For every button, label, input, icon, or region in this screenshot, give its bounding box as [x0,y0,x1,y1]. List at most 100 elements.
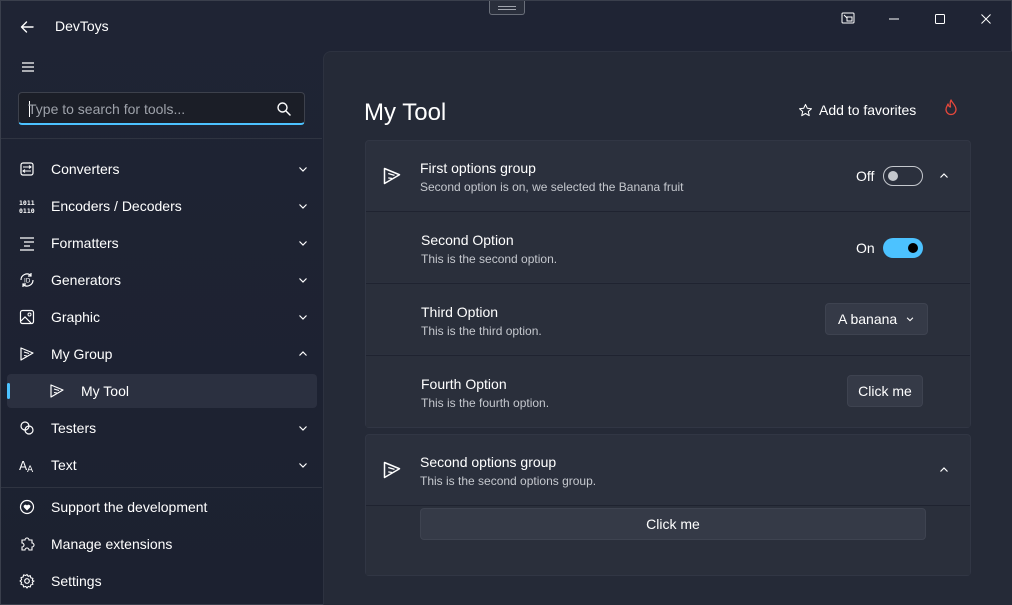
sidebar-item-generators[interactable]: ID Generators [7,263,317,297]
sidebar-item-graphic[interactable]: Graphic [7,300,317,334]
sidebar-item-support[interactable]: Support the development [7,490,317,524]
sidebar-item-text[interactable]: A A Text [7,448,317,482]
pencil-icon [383,167,401,185]
option-description: This is the third option. [421,324,542,338]
app-title: DevToys [55,18,109,34]
arrow-left-icon [20,21,34,33]
toggle-knob [908,243,918,253]
sidebar-item-my-group[interactable]: My Group [7,337,317,371]
group-description: This is the second options group. [420,474,597,488]
back-button[interactable] [13,13,41,41]
title-bar: DevToys [1,1,1012,49]
sidebar-item-label: Text [51,457,77,473]
chevron-down-icon [299,278,307,283]
puzzle-icon [21,537,35,551]
gear-icon [19,573,35,589]
option-title: Second Option [421,232,514,248]
sidebar-item-my-tool[interactable]: My Tool [7,374,317,408]
sidebar-item-formatters[interactable]: Formatters [7,226,317,260]
toggle-state-label: On [856,240,875,256]
chevron-down-icon [299,167,307,172]
dropdown-value: A banana [838,311,898,327]
sidebar-item-encoders-decoders[interactable]: 1011 0110 Encoders / Decoders [7,189,317,223]
testers-icon [20,421,34,435]
sidebar-item-label: Manage extensions [51,536,173,552]
sidebar-item-label: My Group [51,346,113,362]
sidebar-item-label: Formatters [51,235,119,251]
sidebar-item-label: Graphic [51,309,101,325]
group-content: Click me [366,506,970,575]
sidebar-item-label: My Tool [81,383,129,399]
maximize-button[interactable] [917,5,963,33]
heart-icon [19,499,35,515]
minimize-button[interactable] [871,5,917,33]
search-box[interactable] [18,92,305,125]
converters-icon [20,162,34,176]
sidebar-item-label: Encoders / Decoders [51,198,182,214]
minimize-icon [889,18,899,20]
group-title: Second options group [420,454,557,470]
sidebar-footer-divider [1,487,322,488]
formatter-icon [20,237,34,251]
selection-indicator [7,383,10,399]
maximize-icon [935,14,945,24]
option-description: This is the second option. [421,252,558,266]
sidebar-item-testers[interactable]: Testers [7,411,317,445]
sidebar-item-settings[interactable]: Settings [7,564,317,598]
chevron-down-icon [906,317,914,322]
generator-icon: ID [20,273,34,287]
option-description: This is the fourth option. [421,396,550,410]
fruit-dropdown[interactable]: A banana [825,303,929,335]
sidebar-item-label: Generators [51,272,122,288]
third-option-row: Third Option This is the third option. A… [366,284,970,354]
first-options-group: First options group Second option is on,… [365,140,971,428]
hamburger-icon [22,62,34,72]
sidebar-item-converters[interactable]: Converters [7,152,317,186]
svg-text:A: A [27,465,34,473]
svg-text:ID: ID [24,278,31,285]
svg-text:0110: 0110 [19,207,35,214]
second-options-group: Second options group This is the second … [365,434,971,576]
group-header[interactable]: First options group Second option is on,… [366,141,970,211]
pencil-icon [383,461,401,479]
fourth-option-row: Fourth Option This is the fourth option.… [366,356,970,427]
add-to-favorites-button[interactable]: Add to favorites [798,100,916,120]
menu-toggle-button[interactable] [15,55,41,79]
svg-text:1011: 1011 [19,199,35,207]
chevron-up-icon [299,351,307,356]
group-description: Second option is on, we selected the Ban… [420,180,684,194]
chevron-up-icon[interactable] [938,464,950,476]
text-icon: A A [19,459,34,473]
sidebar-item-label: Converters [51,161,120,177]
search-icon[interactable] [276,101,292,117]
close-button[interactable] [963,5,1009,33]
tool-content: My Tool Add to favorites First options g… [323,51,1012,605]
option-title: Fourth Option [421,376,507,392]
app-window: DevToys Type to search for tools... Conv… [0,0,1012,605]
toggle-knob [888,171,898,181]
fourth-option-click-button[interactable]: Click me [847,375,923,407]
favorites-label: Add to favorites [819,102,917,118]
pencil-icon [20,347,34,361]
chevron-up-icon[interactable] [938,170,950,182]
sidebar-item-label: Settings [51,573,102,589]
smart-detection-button[interactable] [944,99,962,119]
drag-handle[interactable] [489,1,525,15]
option-title: Third Option [421,304,499,320]
group-header[interactable]: Second options group This is the second … [366,435,970,505]
compact-overlay-icon [841,12,855,24]
chevron-down-icon [299,315,307,320]
star-icon [798,103,813,116]
group-toggle-switch[interactable] [883,166,923,186]
flame-icon [945,99,957,116]
search-input[interactable] [28,99,268,119]
toggle-state-label: Off [856,168,875,184]
sidebar-item-label: Support the development [51,499,208,515]
group-title: First options group [420,160,536,176]
second-group-click-button[interactable]: Click me [420,508,926,540]
sidebar-item-extensions[interactable]: Manage extensions [7,527,317,561]
chevron-down-icon [299,426,307,431]
compact-overlay-button[interactable] [825,5,871,33]
sidebar-divider [1,138,322,139]
second-option-toggle-switch[interactable] [883,238,923,258]
